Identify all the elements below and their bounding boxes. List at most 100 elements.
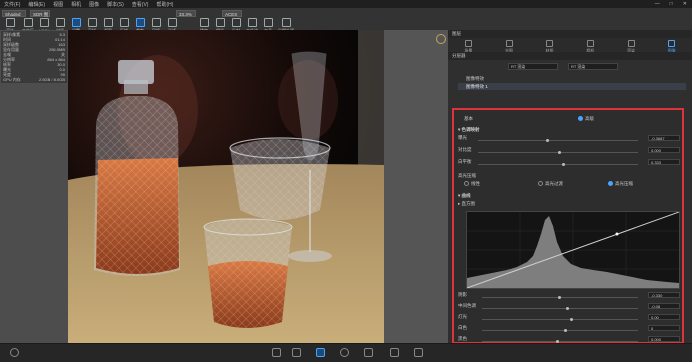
library-icon[interactable] bbox=[272, 348, 281, 357]
histogram-toggle[interactable]: ▸ 直方图 bbox=[458, 201, 678, 207]
radio-icon bbox=[578, 116, 583, 122]
white-balance-value[interactable]: 0.333 bbox=[648, 159, 680, 165]
zoom-select[interactable]: 33.3% bbox=[176, 10, 196, 17]
mode-advanced-radio[interactable]: 高级 bbox=[578, 116, 594, 122]
exposure-value[interactable]: -0.3687 bbox=[648, 135, 680, 141]
channel-select[interactable]: SDR 图 bbox=[30, 10, 50, 17]
midtones-value[interactable]: -0.08 bbox=[648, 303, 680, 309]
viewport-margin bbox=[384, 30, 448, 343]
right-panel-header: 图层 bbox=[448, 30, 692, 38]
light-bulb-icon[interactable] bbox=[364, 348, 373, 357]
slider-knob[interactable] bbox=[564, 329, 567, 332]
main-toolbar: Shaded SDR 图 33.3% ACES 渲染 工作区 HDRI 材质 设… bbox=[0, 8, 692, 33]
shadow-value[interactable]: -0.330 bbox=[648, 292, 680, 298]
render-target-right[interactable]: RT 渲染 bbox=[568, 63, 618, 70]
render-stats: 采样/像素 5.3 时间 01:14 采样级数 163 显存用量 256.0MB 去噪关… bbox=[1, 31, 67, 83]
reflect-icon bbox=[231, 18, 241, 27]
contrast-value[interactable]: 0.000 bbox=[648, 147, 680, 153]
layer-item-selected[interactable]: 图像特效 1 bbox=[458, 83, 686, 90]
slider-contrast[interactable]: 对比度 0.000 bbox=[458, 147, 680, 155]
blacks-value[interactable]: 0.000 bbox=[648, 336, 680, 342]
curve-header[interactable]: ▾ 曲线 bbox=[458, 193, 678, 199]
hdri-icon bbox=[39, 18, 49, 27]
slider-track[interactable] bbox=[482, 308, 638, 309]
highlight-options: 线性 高光过渡 高光压缩 bbox=[458, 181, 678, 187]
radio-icon bbox=[464, 181, 469, 187]
minimize-button[interactable]: — bbox=[650, 1, 665, 7]
tab-scene[interactable]: 场景 bbox=[448, 38, 489, 53]
lights-value[interactable]: 0.00 bbox=[648, 314, 680, 320]
curve-histogram[interactable] bbox=[466, 211, 680, 289]
menu-image[interactable]: 图像 bbox=[85, 1, 103, 8]
view-icon bbox=[103, 18, 113, 27]
menu-look[interactable]: 查看(V) bbox=[128, 1, 153, 8]
slider-midtones[interactable]: 中间色调 -0.08 bbox=[458, 303, 680, 311]
region-icon bbox=[119, 18, 129, 27]
material-tab-icon bbox=[546, 40, 554, 47]
layer-item[interactable]: 图像特效 bbox=[458, 75, 686, 82]
camera-icon bbox=[215, 18, 225, 27]
panel-title: 图层 bbox=[452, 31, 461, 36]
tone-mapping-header[interactable]: ▾ 色调映射 bbox=[458, 127, 678, 133]
menu-camera[interactable]: 相机 bbox=[67, 1, 85, 8]
sphere-icon[interactable] bbox=[340, 348, 349, 357]
menu-help[interactable]: 帮助(H) bbox=[152, 1, 177, 8]
slider-whites[interactable]: 白色 0 bbox=[458, 325, 680, 333]
tab-lighting[interactable]: 光照 bbox=[489, 38, 530, 53]
menu-view[interactable]: 视图 bbox=[49, 1, 67, 8]
rendered-image bbox=[68, 30, 384, 343]
slider-knob[interactable] bbox=[558, 151, 561, 154]
maximize-button[interactable]: □ bbox=[665, 1, 678, 7]
mode-basic[interactable]: 基本 bbox=[464, 116, 473, 122]
slider-track[interactable] bbox=[482, 319, 638, 320]
tools-icon bbox=[263, 18, 273, 27]
workflow-icon bbox=[247, 18, 257, 27]
render-viewport[interactable] bbox=[68, 30, 384, 343]
slider-knob[interactable] bbox=[546, 139, 549, 142]
section-header: 分层器 bbox=[448, 52, 692, 60]
whites-value[interactable]: 0 bbox=[648, 325, 680, 331]
film-icon[interactable] bbox=[390, 348, 399, 357]
book-icon[interactable] bbox=[292, 348, 301, 357]
slider-track[interactable] bbox=[482, 341, 638, 342]
menu-script[interactable]: 脚本(S) bbox=[103, 1, 128, 8]
slider-knob[interactable] bbox=[562, 163, 565, 166]
panel-tabs: 场景 光照 材质 相机 渲染 图像 bbox=[448, 38, 692, 53]
radio-icon bbox=[608, 181, 613, 187]
highlight-option-transition[interactable]: 高光过渡 bbox=[538, 181, 563, 187]
slider-knob[interactable] bbox=[558, 296, 561, 299]
settings-gear-icon[interactable] bbox=[10, 348, 19, 357]
lut-select[interactable]: ACES bbox=[222, 10, 242, 17]
slider-track[interactable] bbox=[482, 330, 638, 331]
slider-white-balance[interactable]: 白平衡 0.333 bbox=[458, 159, 680, 167]
highlight-option-linear[interactable]: 线性 bbox=[464, 181, 480, 187]
menu-edit[interactable]: 编辑(E) bbox=[24, 1, 49, 8]
slider-lights[interactable]: 灯光 0.00 bbox=[458, 314, 680, 322]
screen-icon[interactable] bbox=[316, 348, 325, 357]
scene-icon bbox=[464, 40, 472, 47]
tab-material[interactable]: 材质 bbox=[529, 38, 570, 53]
slider-track[interactable] bbox=[478, 164, 638, 165]
menu-file[interactable]: 文件(F) bbox=[0, 1, 24, 8]
grid-icon bbox=[151, 18, 161, 27]
camera-bottom-icon[interactable] bbox=[414, 348, 423, 357]
render-target-left[interactable]: RT 渲染 bbox=[508, 63, 558, 70]
tab-render[interactable]: 渲染 bbox=[611, 38, 652, 53]
tab-camera[interactable]: 相机 bbox=[570, 38, 611, 53]
workspace-icon bbox=[23, 18, 33, 27]
slider-shadow[interactable]: 阴影 -0.330 bbox=[458, 292, 680, 300]
slider-track[interactable] bbox=[478, 140, 638, 141]
lighting-icon bbox=[505, 40, 513, 47]
close-button[interactable]: ✕ bbox=[678, 1, 692, 7]
slider-knob[interactable] bbox=[566, 307, 569, 310]
tab-image[interactable]: 图像 bbox=[651, 38, 692, 53]
light-icon bbox=[167, 18, 177, 27]
image-tab-icon bbox=[668, 40, 676, 47]
lock-icon bbox=[199, 18, 209, 27]
slider-knob[interactable] bbox=[570, 318, 573, 321]
preset-select[interactable]: Shaded bbox=[2, 10, 26, 17]
postprocess-icon bbox=[281, 18, 291, 27]
gizmo-icon[interactable] bbox=[436, 34, 446, 44]
slider-exposure[interactable]: 曝光 -0.3687 bbox=[458, 135, 680, 143]
highlight-option-compress[interactable]: 高光压缩 bbox=[608, 181, 633, 187]
